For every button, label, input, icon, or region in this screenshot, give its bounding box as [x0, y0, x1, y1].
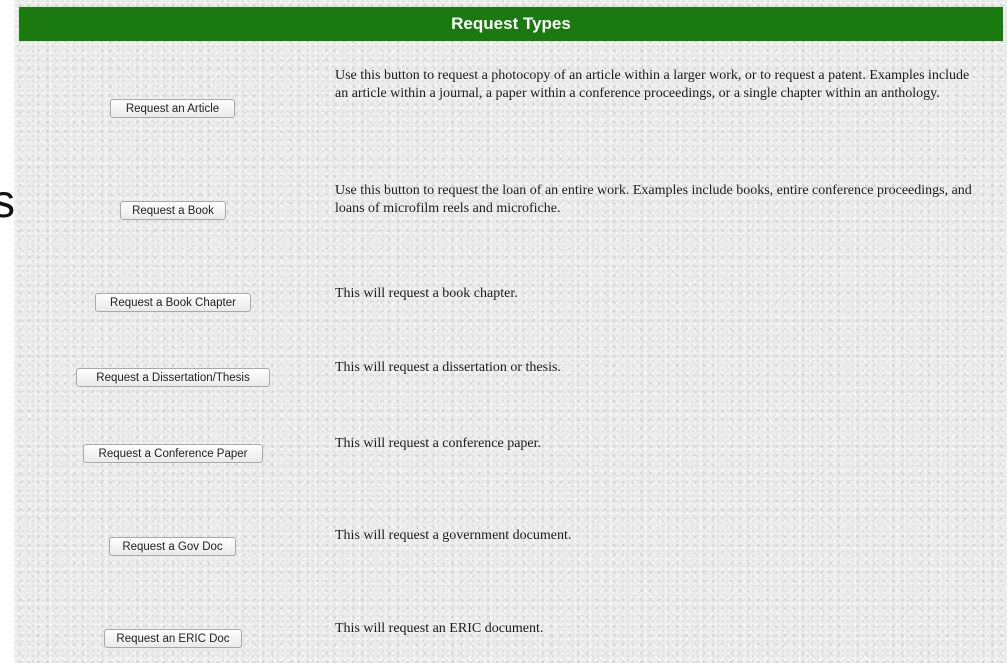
request-dissertation-description: This will request a dissertation or thes…: [335, 360, 561, 375]
request-eric-doc-description: This will request an ERIC document.: [335, 621, 544, 636]
request-eric-doc-button[interactable]: Request an ERIC Doc: [104, 629, 242, 648]
request-gov-doc-description: This will request a government document.: [335, 528, 572, 543]
request-conference-paper-description: This will request a conference paper.: [335, 436, 542, 451]
header-title: Request Types: [451, 14, 571, 33]
request-types-header: Request Types: [19, 7, 1003, 41]
request-book-description: Use this button to request the loan of a…: [335, 183, 972, 216]
request-conference-paper-button[interactable]: Request a Conference Paper: [83, 444, 263, 463]
request-article-button[interactable]: Request an Article: [110, 99, 235, 118]
request-book-chapter-description: This will request a book chapter.: [335, 286, 518, 301]
request-dissertation-button[interactable]: Request a Dissertation/Thesis: [76, 368, 270, 387]
cut-off-text-fragment: s: [0, 175, 15, 227]
request-gov-doc-button[interactable]: Request a Gov Doc: [109, 537, 236, 556]
request-article-description: Use this button to request a photocopy o…: [335, 68, 970, 101]
request-book-button[interactable]: Request a Book: [120, 201, 226, 220]
request-book-chapter-button[interactable]: Request a Book Chapter: [95, 293, 251, 312]
